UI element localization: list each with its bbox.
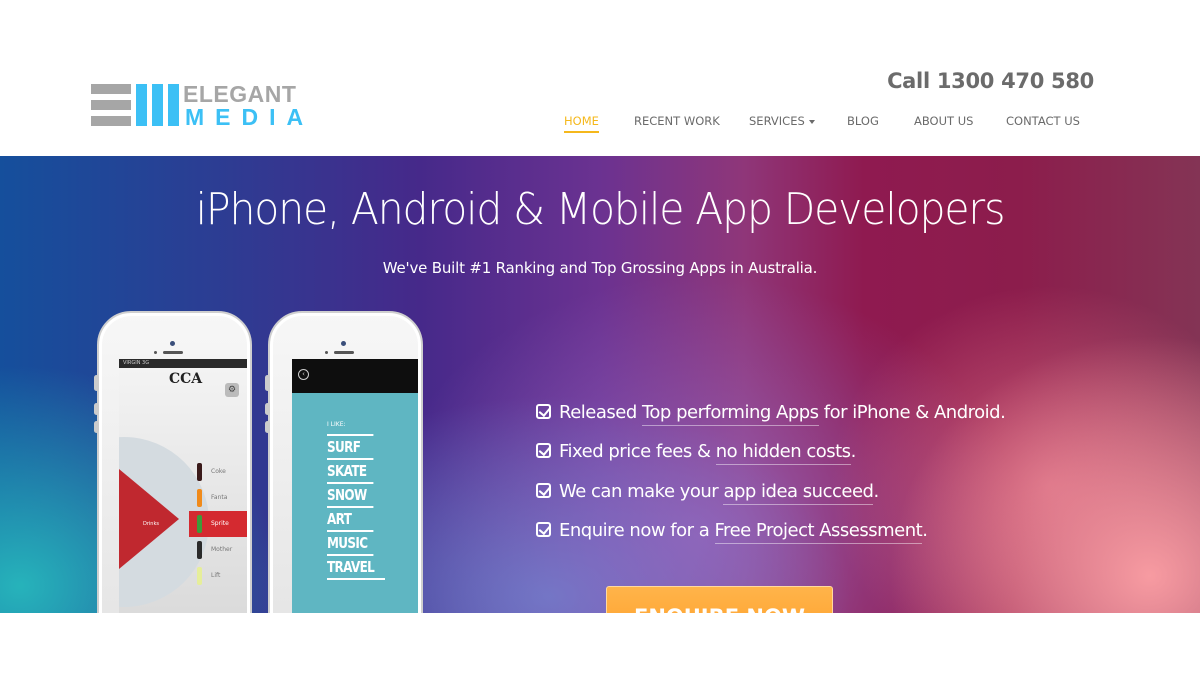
feature-link-free-assessment[interactable]: Free Project Assessment bbox=[714, 519, 923, 544]
drink-item: Mother bbox=[189, 537, 247, 563]
nav-contact-us[interactable]: CONTACT US bbox=[1006, 114, 1080, 128]
phone-mockup-interests-app: ‹ I LIKE: SURF SKATE SNOW ART MUSIC TRAV… bbox=[265, 311, 423, 613]
page: ELEGANT MEDIA Call 1300 470 580 HOME REC… bbox=[0, 0, 1200, 678]
drinks-wedge bbox=[119, 469, 179, 569]
enquire-now-button[interactable]: ENQUIRE NOW bbox=[606, 586, 833, 613]
phone-sensor bbox=[154, 351, 157, 354]
interest-item: MUSIC bbox=[327, 530, 374, 554]
phone-sensor bbox=[325, 351, 328, 354]
phone-camera-icon bbox=[341, 341, 346, 346]
phone-mute-switch bbox=[94, 375, 99, 391]
drink-item: Fanta bbox=[189, 485, 247, 511]
main-nav: HOME RECENT WORK SERVICES BLOG ABOUT US … bbox=[0, 114, 1200, 134]
drink-item-selected: Sprite bbox=[189, 511, 247, 537]
drinks-app-screen: VIRGIN 3G CCA ⚙ Drinks Coke Fanta Sprite… bbox=[119, 359, 247, 613]
feature-link-no-hidden-costs[interactable]: no hidden costs bbox=[715, 441, 851, 466]
nav-services[interactable]: SERVICES bbox=[749, 114, 815, 128]
phone-volume-up bbox=[265, 403, 270, 415]
checkbox-checked-icon bbox=[536, 443, 551, 459]
page-below-fold bbox=[0, 613, 1200, 678]
phone-mockup-drinks-app: VIRGIN 3G CCA ⚙ Drinks Coke Fanta Sprite… bbox=[94, 311, 252, 613]
hero-title: iPhone, Android & Mobile App Developers bbox=[195, 184, 1006, 235]
site-header: ELEGANT MEDIA Call 1300 470 580 HOME REC… bbox=[0, 0, 1200, 156]
interest-item: ART bbox=[327, 506, 374, 530]
back-arrow-icon: ‹ bbox=[298, 369, 309, 380]
checkbox-checked-icon bbox=[536, 404, 551, 419]
phone-speaker bbox=[163, 351, 183, 354]
interest-item: SKATE bbox=[327, 458, 374, 482]
interests-heading: I LIKE: bbox=[327, 421, 346, 428]
wedge-label: Drinks bbox=[143, 521, 159, 527]
caret-down-icon bbox=[808, 119, 815, 124]
interest-item: SNOW bbox=[327, 482, 374, 506]
feature-item: We can make your app idea succeed. bbox=[536, 480, 1096, 520]
nav-recent-work[interactable]: RECENT WORK bbox=[634, 114, 720, 128]
drink-item: Lift bbox=[189, 563, 247, 589]
phone-camera-icon bbox=[170, 341, 175, 346]
interests-list: SURF SKATE SNOW ART MUSIC TRAVEL bbox=[327, 434, 385, 580]
phone-speaker bbox=[334, 351, 354, 354]
checkbox-checked-icon bbox=[536, 521, 551, 537]
feature-item: Released Top performing Apps for iPhone … bbox=[536, 402, 1096, 441]
nav-blog[interactable]: BLOG bbox=[847, 114, 879, 128]
feature-item: Enquire now for a Free Project Assessmen… bbox=[536, 519, 1096, 559]
status-bar: VIRGIN 3G bbox=[119, 359, 247, 368]
nav-about-us[interactable]: ABOUT US bbox=[914, 114, 973, 128]
list-end-rule bbox=[327, 578, 385, 580]
phone-volume-down bbox=[94, 421, 99, 433]
interests-app-screen: ‹ I LIKE: SURF SKATE SNOW ART MUSIC TRAV… bbox=[292, 359, 418, 613]
app-top-bar: ‹ bbox=[292, 359, 418, 393]
feature-link-top-apps[interactable]: Top performing Apps bbox=[641, 402, 819, 426]
hero-banner: iPhone, Android & Mobile App Developers … bbox=[0, 156, 1200, 613]
feature-link-app-idea[interactable]: app idea succeed bbox=[723, 480, 874, 505]
interest-item: SURF bbox=[327, 434, 374, 458]
hero-subtitle: We've Built #1 Ranking and Top Grossing … bbox=[382, 259, 818, 277]
checkbox-checked-icon bbox=[536, 482, 551, 498]
feature-list: Released Top performing Apps for iPhone … bbox=[536, 402, 1096, 559]
feature-item: Fixed price fees & no hidden costs. bbox=[536, 441, 1096, 480]
nav-home[interactable]: HOME bbox=[564, 114, 599, 133]
gear-icon: ⚙ bbox=[225, 383, 239, 397]
phone-volume-up bbox=[94, 403, 99, 415]
interest-item: TRAVEL bbox=[327, 554, 375, 578]
phone-volume-down bbox=[265, 421, 270, 433]
phone-mute-switch bbox=[265, 375, 270, 391]
cca-logo: CCA bbox=[169, 371, 203, 387]
call-phone-number[interactable]: Call 1300 470 580 bbox=[887, 69, 1094, 93]
drink-item: Coke bbox=[189, 459, 247, 485]
nav-services-label: SERVICES bbox=[749, 114, 805, 128]
